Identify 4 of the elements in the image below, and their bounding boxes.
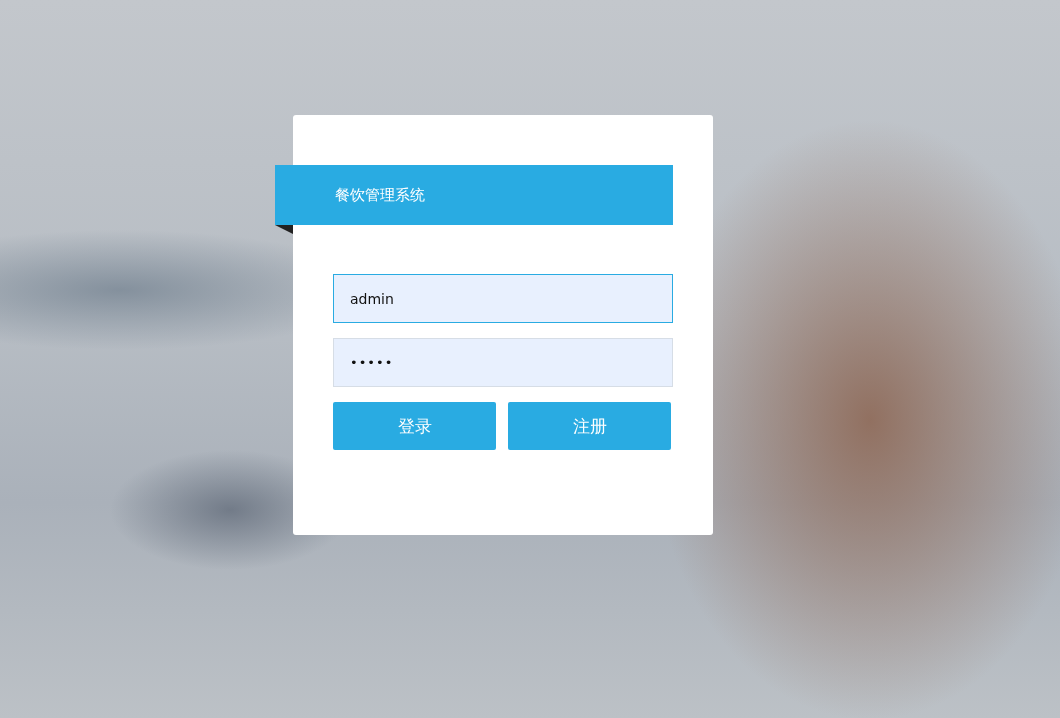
system-title: 餐饮管理系统: [335, 185, 425, 205]
input-field[interactable]: admin: [333, 274, 673, 323]
banner-fold: [275, 225, 293, 234]
input-field[interactable]: •••••: [333, 338, 673, 387]
